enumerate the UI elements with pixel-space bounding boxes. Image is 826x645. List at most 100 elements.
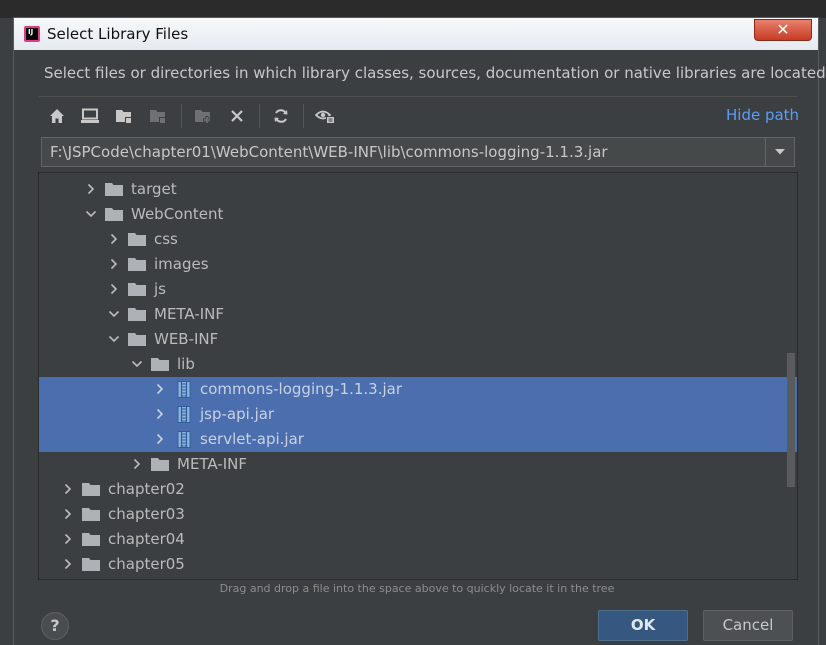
tree-row[interactable]: js: [39, 277, 797, 302]
tree-row[interactable]: chapter05: [39, 552, 797, 577]
chevron-down-icon[interactable]: [108, 308, 120, 320]
module-folder-icon: [150, 110, 166, 124]
tree-row-label: chapter04: [108, 530, 185, 548]
tree-row[interactable]: chapter06: [39, 577, 797, 579]
folder-icon: [128, 333, 146, 346]
desktop-icon: [81, 108, 99, 123]
tree-row-label: META-INF: [177, 455, 248, 473]
chevron-down-icon[interactable]: [131, 358, 143, 370]
close-button[interactable]: ✕: [754, 19, 812, 41]
tree-row[interactable]: WebContent: [39, 202, 797, 227]
tree-row-label: WebContent: [131, 205, 224, 223]
jar-archive-icon: [177, 381, 191, 398]
folder-icon: [128, 258, 146, 271]
new-folder-button: [193, 106, 213, 126]
tree-row[interactable]: css: [39, 227, 797, 252]
jar-archive-icon: [177, 431, 191, 448]
refresh-button[interactable]: [271, 106, 291, 126]
tree-row-label: target: [131, 180, 177, 198]
chevron-right-icon[interactable]: [154, 433, 166, 445]
ok-button[interactable]: OK: [598, 610, 688, 641]
tree-row-label: lib: [177, 355, 195, 373]
help-button[interactable]: ?: [41, 612, 69, 640]
chevron-right-icon[interactable]: [62, 483, 74, 495]
path-combobox[interactable]: F:\JSPCode\chapter01\WebContent\WEB-INF\…: [41, 137, 795, 167]
jar-archive-icon: [177, 406, 191, 423]
show-hidden-icon: [315, 110, 334, 124]
select-library-files-dialog: Select Library Files ✕ Select files or d…: [13, 17, 826, 645]
toolbar-separator: [181, 104, 182, 128]
chevron-right-icon[interactable]: [154, 383, 166, 395]
cancel-button[interactable]: Cancel: [703, 610, 793, 641]
folder-icon: [105, 183, 123, 196]
tree-row[interactable]: servlet-api.jar: [39, 427, 797, 452]
tree-row[interactable]: images: [39, 252, 797, 277]
show-hidden-files-button[interactable]: [315, 106, 335, 126]
project-directory-button[interactable]: [114, 106, 134, 126]
folder-icon: [105, 208, 123, 221]
file-tree[interactable]: target WebContent css images js META-INF WEB-I…: [38, 172, 798, 580]
chevron-right-icon[interactable]: [108, 233, 120, 245]
toolbar-separator: [259, 104, 260, 128]
hide-path-link[interactable]: Hide path: [726, 106, 799, 124]
tree-row[interactable]: WEB-INF: [39, 327, 797, 352]
tree-row[interactable]: chapter02: [39, 477, 797, 502]
chevron-right-icon[interactable]: [108, 283, 120, 295]
chevron-down-icon[interactable]: [85, 208, 97, 220]
chevron-right-icon[interactable]: [108, 258, 120, 270]
folder-icon: [82, 558, 100, 571]
tree-row[interactable]: META-INF: [39, 302, 797, 327]
folder-icon: [151, 358, 169, 371]
chevron-right-icon[interactable]: [62, 558, 74, 570]
tree-row-label: images: [154, 255, 209, 273]
desktop-directory-button[interactable]: [80, 106, 100, 126]
drag-drop-hint: Drag and drop a file into the space abov…: [219, 582, 615, 595]
background-strip: [0, 0, 826, 18]
tree-row-label: commons-logging-1.1.3.jar: [200, 380, 403, 398]
tree-row-label: servlet-api.jar: [200, 430, 304, 448]
folder-icon: [82, 508, 100, 521]
intellij-app-icon: [24, 26, 40, 42]
tree-scrollbar[interactable]: [787, 353, 795, 487]
chevron-right-icon[interactable]: [85, 183, 97, 195]
tree-row-label: js: [154, 280, 166, 298]
tree-row[interactable]: chapter04: [39, 527, 797, 552]
project-folder-icon: [116, 110, 132, 124]
tree-row[interactable]: META-INF: [39, 452, 797, 477]
chevron-right-icon[interactable]: [154, 408, 166, 420]
folder-icon: [82, 483, 100, 496]
dialog-description: Select files or directories in which lib…: [44, 64, 826, 82]
home-icon: [50, 109, 64, 123]
chevron-right-icon[interactable]: [131, 458, 143, 470]
window-title: Select Library Files: [47, 25, 189, 43]
tree-row-label: chapter02: [108, 480, 185, 498]
chevron-down-icon[interactable]: [108, 333, 120, 345]
delete-x-icon: [231, 110, 243, 122]
tree-row[interactable]: target: [39, 177, 797, 202]
folder-icon: [128, 308, 146, 321]
path-input[interactable]: F:\JSPCode\chapter01\WebContent\WEB-INF\…: [50, 143, 608, 161]
module-directory-button: [148, 106, 168, 126]
chevron-right-icon[interactable]: [62, 508, 74, 520]
tree-row[interactable]: jsp-api.jar: [39, 402, 797, 427]
tree-row[interactable]: chapter03: [39, 502, 797, 527]
chevron-right-icon[interactable]: [62, 533, 74, 545]
tree-row[interactable]: commons-logging-1.1.3.jar: [39, 377, 797, 402]
tree-row-label: jsp-api.jar: [200, 405, 275, 423]
tree-row-label: css: [154, 230, 178, 248]
new-folder-icon: [195, 110, 211, 124]
folder-icon: [128, 233, 146, 246]
title-bar[interactable]: Select Library Files ✕: [14, 18, 818, 50]
tree-row-label: chapter05: [108, 555, 185, 573]
tree-row-label: chapter03: [108, 505, 185, 523]
delete-button[interactable]: [227, 106, 247, 126]
divider: [39, 96, 797, 97]
chevron-down-icon: [775, 149, 785, 155]
folder-icon: [151, 458, 169, 471]
path-dropdown-button[interactable]: [765, 138, 794, 166]
tree-row-label: WEB-INF: [154, 330, 219, 348]
tree-row[interactable]: lib: [39, 352, 797, 377]
home-directory-button[interactable]: [47, 106, 67, 126]
folder-icon: [82, 533, 100, 546]
folder-icon: [128, 283, 146, 296]
